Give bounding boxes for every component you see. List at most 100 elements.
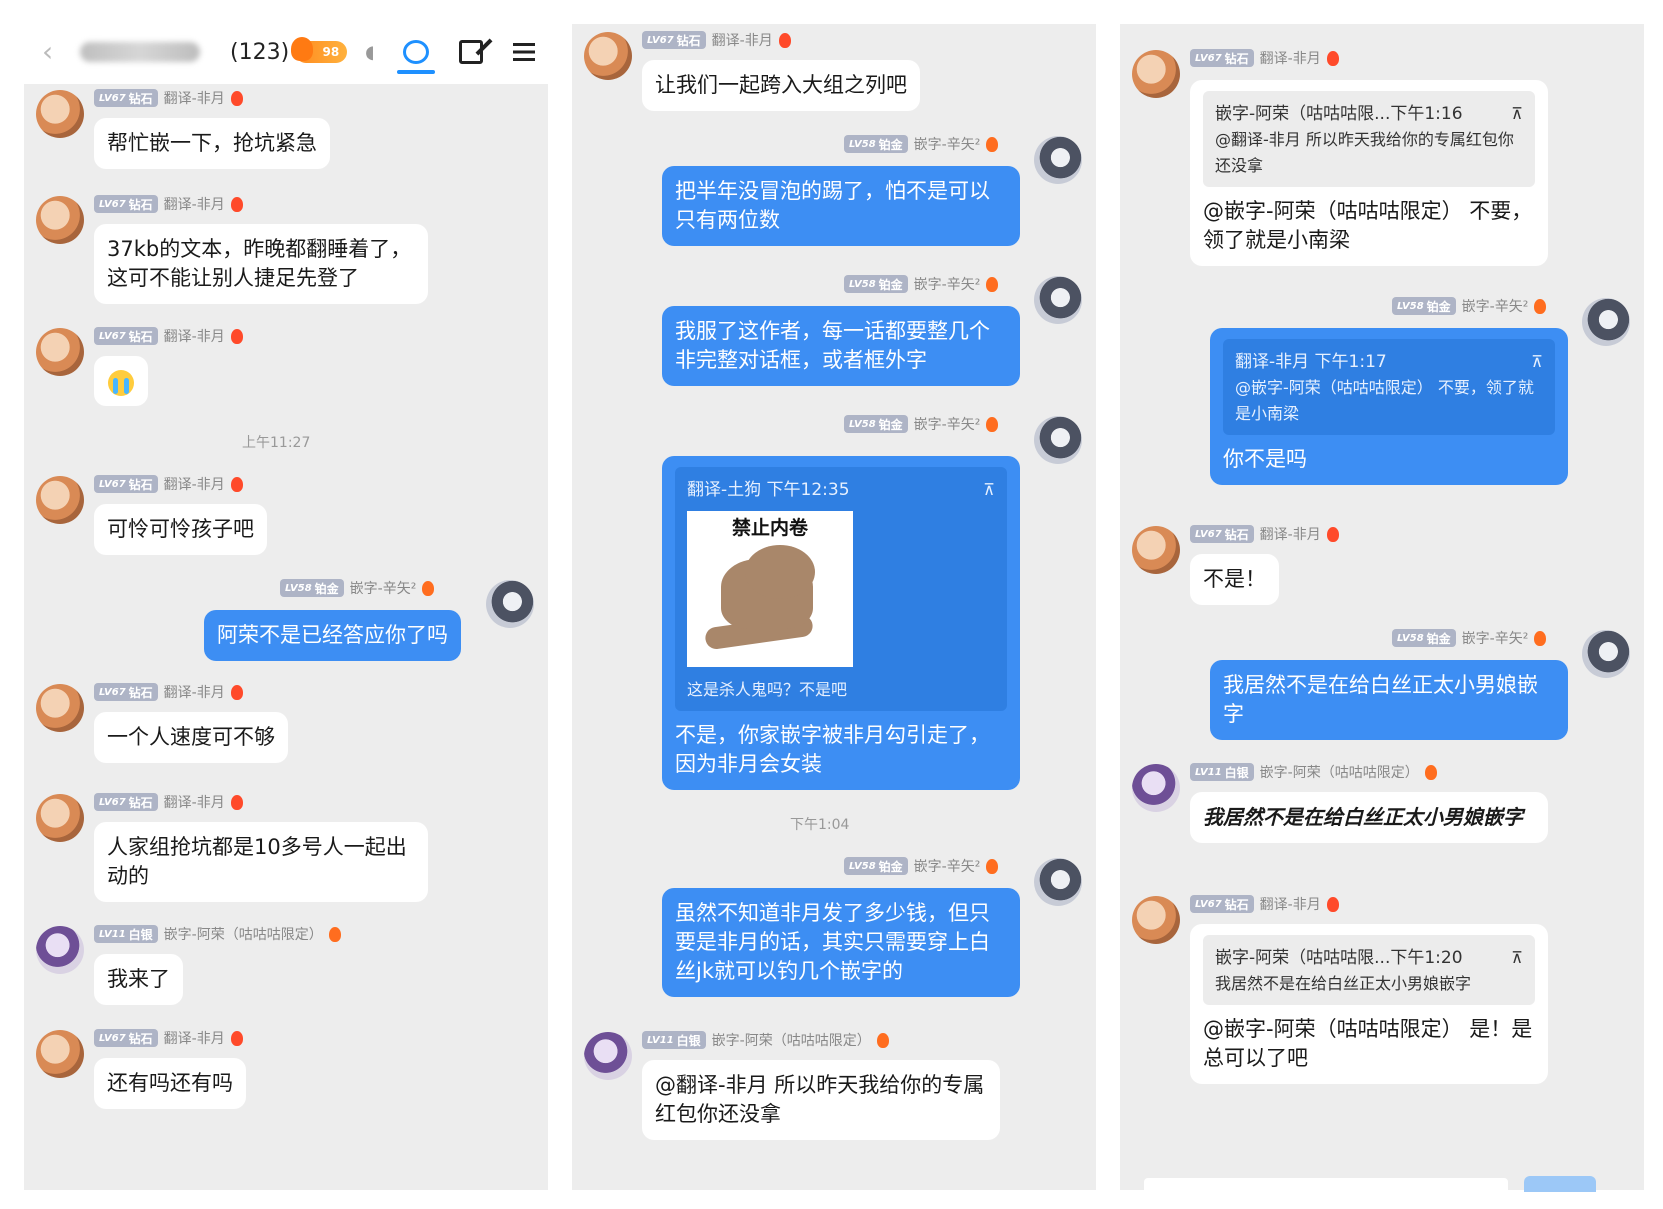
sender-name: 翻译-非月	[163, 685, 225, 701]
sender-meta: LV67 钻石 翻译-非月	[1190, 48, 1339, 68]
level-badge: LV11 白银	[642, 1031, 706, 1049]
message-bubble[interactable]: 我来了	[94, 954, 183, 1005]
avatar-feiyue[interactable]	[36, 90, 84, 138]
back-arrow-icon[interactable]: ‹	[42, 38, 66, 66]
avatar-feiyue[interactable]	[1132, 896, 1180, 944]
timestamp: 上午11:27	[242, 435, 311, 451]
flame-icon	[230, 90, 243, 106]
avatar-feiyue[interactable]	[1132, 526, 1180, 574]
edit-icon[interactable]	[458, 40, 483, 64]
send-button[interactable]	[1524, 1176, 1596, 1192]
sender-meta: LV58 铂金 嵌字-辛矢²	[844, 274, 999, 294]
avatar-feiyue[interactable]	[36, 794, 84, 842]
message-bubble[interactable]: 嵌字-阿荣（咕咕咕限...下午1:20 ⊼ 我居然不是在给白丝正太小男娘嵌字 @嵌…	[1190, 924, 1548, 1084]
level-badge: LV67 钻石	[94, 475, 158, 493]
message-bubble[interactable]: 人家组抢坑都是10多号人一起出动的	[94, 822, 428, 902]
avatar-arong[interactable]	[36, 926, 84, 974]
level-badge: LV58 铂金	[844, 857, 908, 875]
avatar-arong[interactable]	[1132, 764, 1180, 812]
avatar-feiyue[interactable]	[36, 476, 84, 524]
avatar-feiyue[interactable]	[1132, 50, 1180, 98]
avatar-feiyue[interactable]	[36, 328, 84, 376]
chat-panel-2: LV67 钻石 翻译-非月 让我们一起跨入大组之列吧 LV58 铂金 嵌字-辛矢² …	[572, 24, 1096, 1190]
quoted-message[interactable]: 翻译-土狗 下午12:35 ⊼ 禁止内卷 这是杀人鬼吗？不是吧	[675, 467, 1007, 711]
emoji-bubble[interactable]	[94, 356, 148, 406]
message-bubble[interactable]: 还有吗还有吗	[94, 1058, 246, 1109]
message-bubble[interactable]: 37kb的文本，昨晚都翻睡着了，这可不能让别人捷足先登了	[94, 224, 428, 304]
message-bubble-self[interactable]: 翻译-土狗 下午12:35 ⊼ 禁止内卷 这是杀人鬼吗？不是吧 不是，你家嵌字被非…	[662, 456, 1020, 790]
avatar-feiyue[interactable]	[584, 32, 632, 80]
message-bubble-self[interactable]: 我服了这作者，每一话都要整几个非完整对话框，或者框外字	[662, 306, 1020, 386]
level-badge: LV67 钻石	[94, 89, 158, 107]
sender-name: 嵌字-阿荣（咕咕咕限定）	[1259, 765, 1419, 781]
flame-icon	[1534, 630, 1547, 646]
avatar-xinshi[interactable]	[1034, 136, 1082, 184]
message-bubble[interactable]: 一个人速度可不够	[94, 712, 288, 763]
flame-icon	[986, 858, 999, 874]
message-bubble[interactable]: 帮忙嵌一下，抢坑紧急	[94, 118, 330, 169]
quote-caption: 这是杀人鬼吗？不是吧	[687, 680, 848, 699]
sender-name: 嵌字-阿荣（咕咕咕限定）	[711, 1033, 871, 1049]
avatar-feiyue[interactable]	[36, 684, 84, 732]
ear-icon[interactable]: ◖	[365, 42, 374, 63]
chat-bubble-tab[interactable]	[396, 30, 435, 74]
message-bubble[interactable]: 可怜可怜孩子吧	[94, 504, 267, 555]
message-bubble-self[interactable]: 翻译-非月 下午1:17 ⊼ @嵌字-阿荣（咕咕咕限定） 不要，领了就是小南梁 你…	[1210, 328, 1568, 485]
avatar-xinshi[interactable]	[1034, 416, 1082, 464]
quoted-message[interactable]: 嵌字-阿荣（咕咕咕限...下午1:20 ⊼ 我居然不是在给白丝正太小男娘嵌字	[1203, 935, 1535, 1005]
level-badge: LV58 铂金	[844, 135, 908, 153]
level-badge: LV67 钻石	[94, 1029, 158, 1047]
quote-body: @翻译-非月 所以昨天我给你的专属红包你还没拿	[1215, 130, 1514, 175]
message-bubble-self[interactable]: 阿荣不是已经答应你了吗	[204, 610, 461, 661]
pin-icon[interactable]: ⊼	[1531, 349, 1543, 375]
message-bubble[interactable]: 嵌字-阿荣（咕咕咕限...下午1:16 ⊼ @翻译-非月 所以昨天我给你的专属红包…	[1190, 80, 1548, 266]
quote-header: 翻译-土狗 下午12:35	[687, 480, 850, 500]
avatar-xinshi[interactable]	[1034, 276, 1082, 324]
avatar-feiyue[interactable]	[36, 1030, 84, 1078]
message-bubble[interactable]: 让我们一起跨入大组之列吧	[642, 60, 920, 111]
level-badge: LV11 白银	[1190, 763, 1254, 781]
pin-icon[interactable]: ⊼	[1511, 101, 1523, 127]
flame-icon	[422, 580, 435, 596]
message-input[interactable]	[1144, 1178, 1508, 1192]
fire-level-badge: 98	[291, 37, 348, 63]
sender-name: 翻译-非月	[1259, 897, 1321, 913]
pin-icon[interactable]: ⊼	[1511, 945, 1523, 971]
menu-icon[interactable]	[512, 43, 535, 61]
level-badge: LV67 钻石	[94, 327, 158, 345]
message-bubble[interactable]: 我居然不是在给白丝正太小男娘嵌字	[1190, 792, 1548, 843]
sender-meta: LV67 钻石 翻译-非月	[94, 88, 243, 108]
message-bubble-self[interactable]: 虽然不知道非月发了多少钱，但只要是非月的话，其实只需要穿上白丝jk就可以钓几个嵌…	[662, 888, 1020, 997]
message-bubble[interactable]: @翻译-非月 所以昨天我给你的专属红包你还没拿	[642, 1060, 1000, 1140]
avatar-feiyue[interactable]	[36, 196, 84, 244]
flame-icon	[1326, 896, 1339, 912]
avatar-xinshi[interactable]	[1034, 858, 1082, 906]
avatar-xinshi[interactable]	[1582, 630, 1630, 678]
avatar-xinshi[interactable]	[1582, 298, 1630, 346]
flame-icon	[230, 196, 243, 212]
pin-icon[interactable]: ⊼	[983, 477, 995, 503]
flame-icon	[1424, 764, 1437, 780]
sender-meta: LV58 铂金 嵌字-辛矢²	[844, 414, 999, 434]
quoted-message[interactable]: 嵌字-阿荣（咕咕咕限...下午1:16 ⊼ @翻译-非月 所以昨天我给你的专属红包…	[1203, 91, 1535, 187]
flame-icon	[1326, 526, 1339, 542]
flame-icon	[230, 1030, 243, 1046]
level-badge: LV58 铂金	[1392, 629, 1456, 647]
flame-icon	[230, 328, 243, 344]
avatar-arong[interactable]	[584, 1032, 632, 1080]
quoted-message[interactable]: 翻译-非月 下午1:17 ⊼ @嵌字-阿荣（咕咕咕限定） 不要，领了就是小南梁	[1223, 339, 1555, 435]
message-bubble[interactable]: 不是！	[1190, 554, 1279, 605]
sender-meta: LV58 铂金 嵌字-辛矢²	[280, 578, 435, 598]
flame-icon	[986, 416, 999, 432]
sender-name: 嵌字-辛矢²	[913, 417, 981, 433]
flame-icon	[1534, 298, 1547, 314]
sender-meta: LV67 钻石 翻译-非月	[94, 792, 243, 812]
level-badge: LV58 铂金	[280, 579, 344, 597]
avatar-xinshi[interactable]	[486, 580, 534, 628]
sticker-image[interactable]: 禁止内卷	[687, 511, 853, 667]
sender-meta: LV58 铂金 嵌字-辛矢²	[844, 856, 999, 876]
message-text: 不是，你家嵌字被非月勾引走了，因为非月会女装	[675, 723, 990, 776]
message-bubble-self[interactable]: 我居然不是在给白丝正太小男娘嵌字	[1210, 660, 1568, 740]
message-bubble-self[interactable]: 把半年没冒泡的踢了，怕不是可以只有两位数	[662, 166, 1020, 246]
sender-meta: LV67 钻石 翻译-非月	[1190, 894, 1339, 914]
